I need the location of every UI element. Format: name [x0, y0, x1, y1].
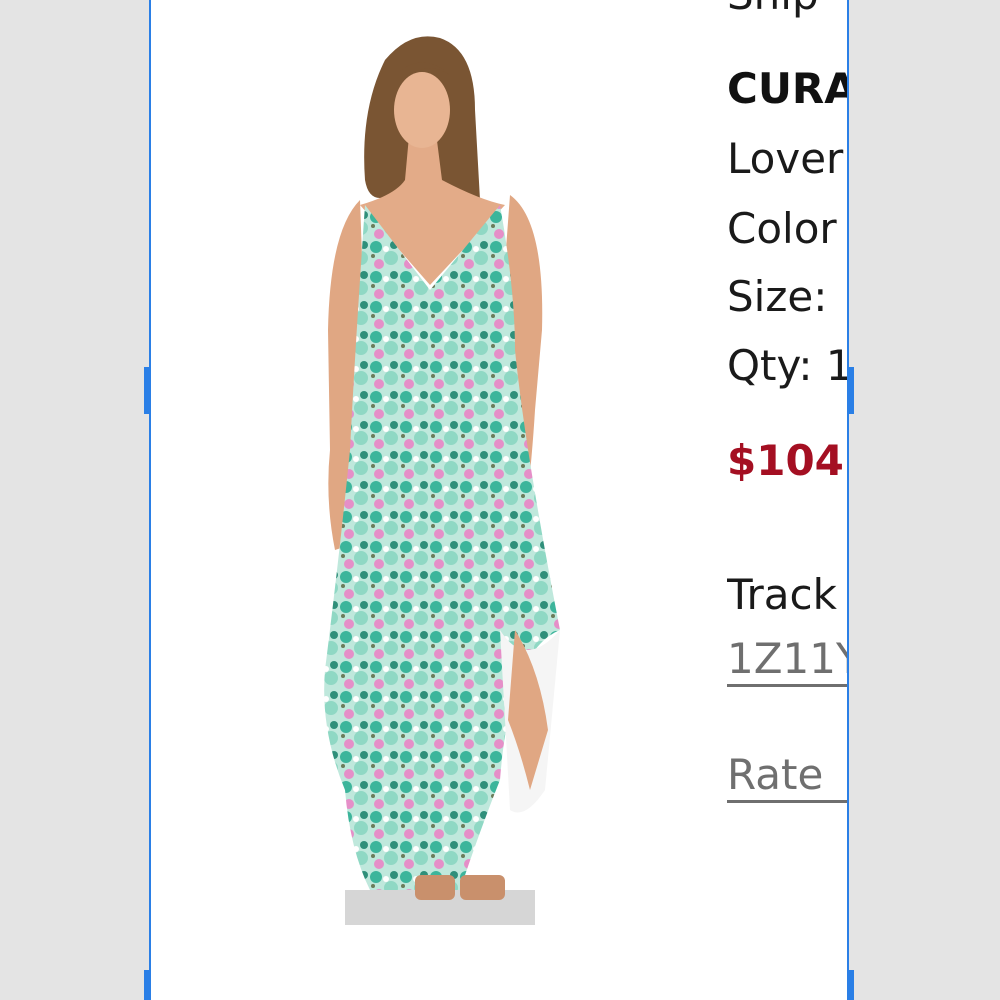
selection-border-right [847, 0, 849, 1000]
product-image[interactable] [310, 30, 580, 930]
brand-name: CURA [727, 64, 848, 113]
order-item-card: Ship CURA Lover Color Size: Qty: 1 $104 … [150, 0, 848, 1000]
rate-link-underline [727, 800, 848, 803]
product-name: Lover [727, 134, 844, 183]
product-size: Size: [727, 272, 828, 321]
tracking-label: Track [727, 570, 837, 619]
rate-item-link[interactable]: Rate [727, 750, 823, 800]
tracking-number-link[interactable]: 1Z11Y [727, 634, 848, 684]
product-color: Color [727, 204, 837, 253]
product-quantity: Qty: 1 [727, 341, 848, 390]
product-price: $104 [727, 436, 844, 485]
shipping-status: Ship [727, 0, 819, 20]
resize-handle-left[interactable] [144, 367, 150, 414]
order-item-details: Ship CURA Lover Color Size: Qty: 1 $104 … [727, 0, 848, 1000]
selection-border-left [149, 0, 151, 1000]
tracking-link-underline [727, 684, 848, 687]
resize-handle-right[interactable] [848, 367, 854, 414]
resize-handle-bottom-right[interactable] [848, 970, 854, 1000]
resize-handle-bottom-left[interactable] [144, 970, 150, 1000]
